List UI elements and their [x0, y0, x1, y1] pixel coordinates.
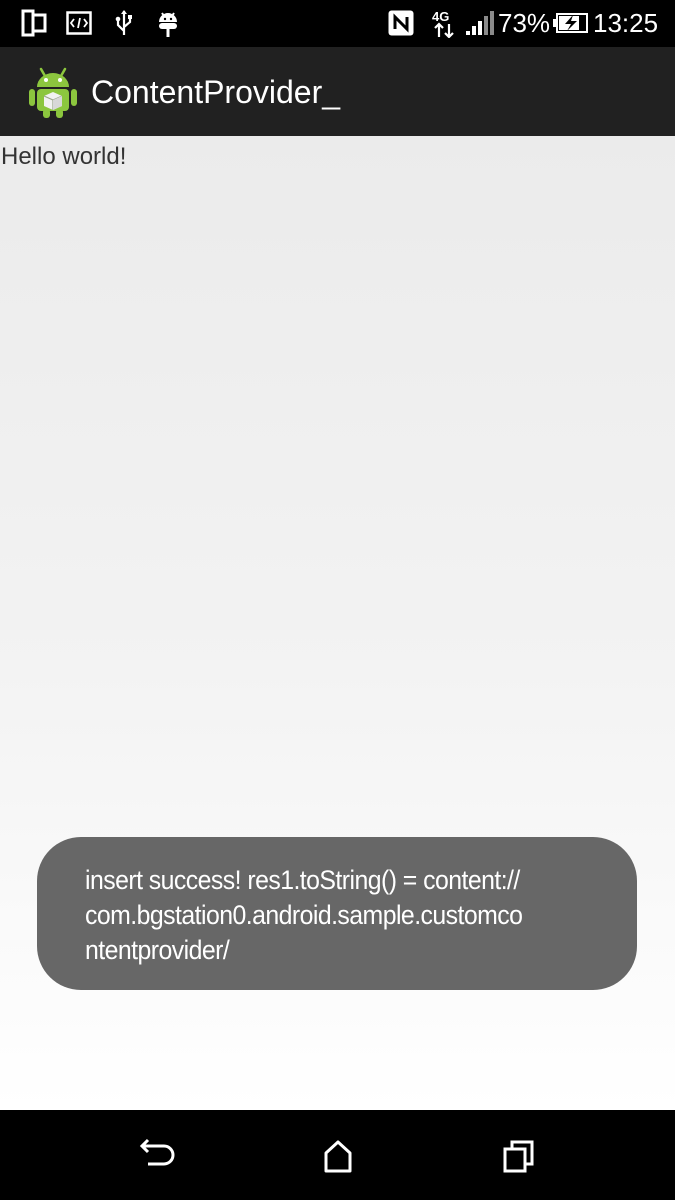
debug-android-icon — [155, 8, 181, 38]
signal-icon — [464, 8, 494, 38]
svg-text:4G: 4G — [432, 9, 449, 24]
toast-message: insert success! res1.toString() = conten… — [37, 837, 637, 990]
recents-icon[interactable] — [496, 1134, 540, 1178]
clock: 13:25 — [593, 8, 659, 38]
screen: 4G 73% 13:25 ContentProvider_ Hello worl… — [0, 0, 675, 1200]
toast-line-1: insert success! res1.toString() = conten… — [85, 865, 520, 895]
code-icon — [65, 8, 93, 38]
network-4g-icon: 4G — [432, 8, 456, 38]
home-icon[interactable] — [316, 1134, 360, 1178]
status-bar: 4G 73% 13:25 — [0, 0, 675, 47]
toast-line-3: ntentprovider/ — [85, 935, 230, 965]
android-app-icon — [28, 65, 78, 119]
battery-percent: 73% — [498, 8, 551, 38]
hello-text: Hello world! — [1, 143, 127, 170]
toast-line-2: com.bgstation0.android.sample.customco — [85, 900, 523, 930]
nfc-icon — [387, 8, 415, 38]
navigation-bar — [0, 1110, 675, 1200]
battery-charging-icon — [553, 8, 589, 38]
action-bar: ContentProvider_ — [0, 47, 675, 136]
usb-icon — [112, 8, 136, 38]
tablet-icon — [20, 8, 48, 38]
back-icon[interactable] — [136, 1134, 180, 1178]
app-title: ContentProvider_ — [91, 74, 341, 110]
